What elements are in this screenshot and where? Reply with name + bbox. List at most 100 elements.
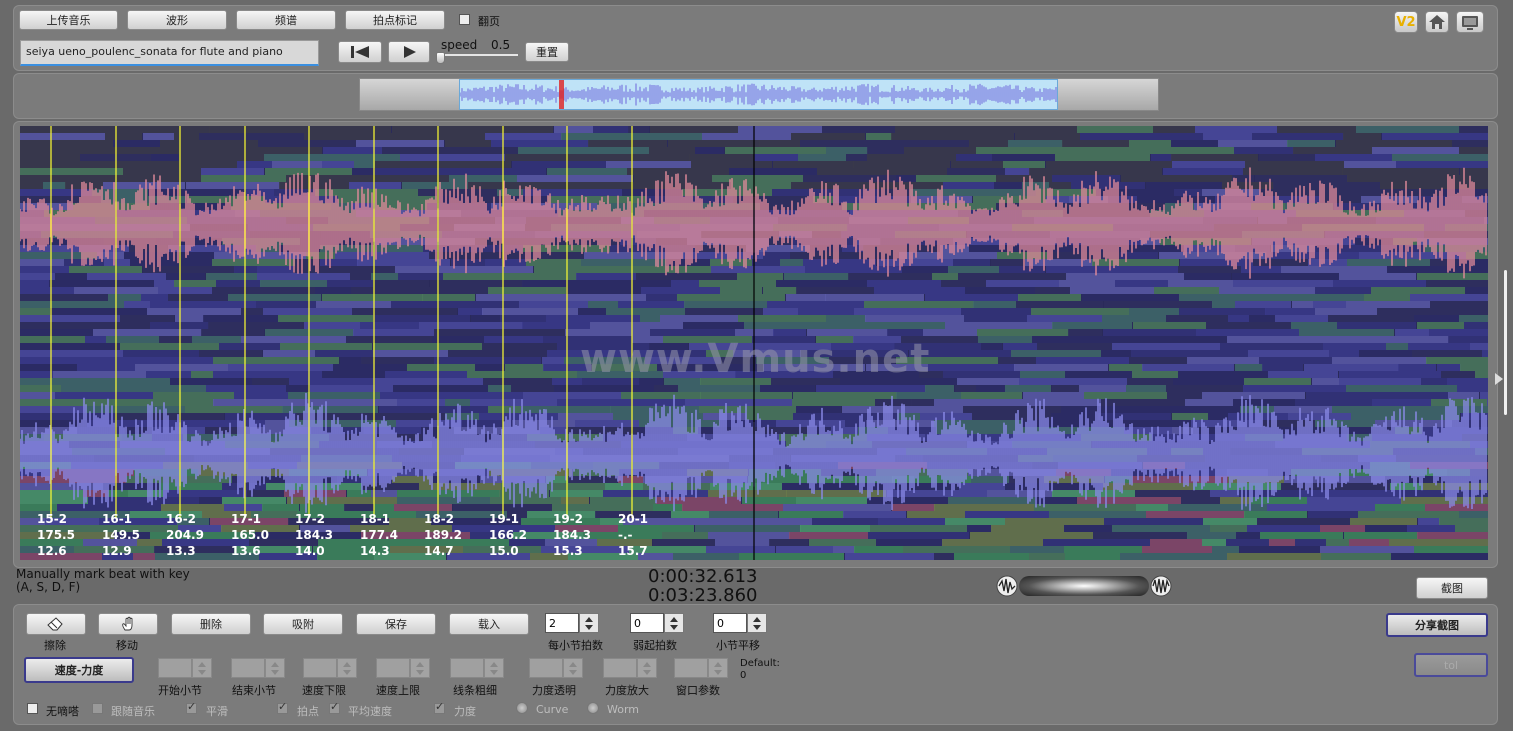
tempo-min-input[interactable] (303, 658, 337, 678)
beat-label: 18-1 177.4 14.3 (360, 511, 398, 559)
bar-offset-arrows[interactable] (747, 613, 767, 633)
volume-control[interactable] (996, 575, 1172, 597)
volume-bar[interactable] (1019, 576, 1149, 596)
line-width-input[interactable] (450, 658, 484, 678)
filename-field[interactable]: seiya ueno_poulenc_sonata for flute and … (20, 40, 319, 66)
upload-music-button[interactable]: 上传音乐 (19, 10, 118, 30)
v2-label: V2 (1396, 14, 1416, 30)
waveform-button[interactable]: 波形 (127, 10, 227, 30)
smooth-checkbox[interactable] (186, 700, 197, 714)
no-beep-label: 无嘀嗒 (46, 705, 79, 718)
skip-back-icon (351, 46, 369, 58)
collapse-handle[interactable] (1495, 373, 1503, 385)
load-button[interactable]: 载入 (449, 613, 529, 635)
window-param-stepper[interactable] (674, 658, 728, 678)
move-button[interactable] (98, 613, 158, 635)
reset-speed-button[interactable]: 重置 (525, 42, 569, 62)
beat-label: 18-2 189.2 14.7 (424, 511, 462, 559)
bar-offset-stepper[interactable] (713, 613, 767, 633)
end-bar-input[interactable] (231, 658, 265, 678)
dynamics-checkbox[interactable] (434, 700, 445, 714)
beat-label: 20-1 -.- 15.7 (618, 511, 648, 559)
play-button[interactable] (388, 41, 430, 63)
end-bar-arrows[interactable] (265, 658, 285, 678)
tempo-max-stepper[interactable] (376, 658, 430, 678)
tempo-max-arrows[interactable] (410, 658, 430, 678)
beats-checkbox[interactable] (277, 700, 288, 714)
start-bar-input[interactable] (158, 658, 192, 678)
window-param-input[interactable] (674, 658, 708, 678)
pickup-beats-input[interactable] (630, 613, 664, 633)
v2-badge-button[interactable]: V2 (1394, 11, 1418, 33)
worm-radio[interactable] (587, 702, 599, 714)
delete-button[interactable]: 删除 (171, 613, 251, 635)
beat-mark-button[interactable]: 拍点标记 (345, 10, 445, 30)
dyn-zoom-stepper[interactable] (603, 658, 657, 678)
screenshot-button[interactable]: 截图 (1416, 577, 1488, 599)
snap-button[interactable]: 吸附 (263, 613, 343, 635)
overview-playhead[interactable] (559, 80, 564, 109)
beats-per-bar-arrows[interactable] (579, 613, 599, 633)
beats-per-bar-stepper[interactable] (545, 613, 599, 633)
bar-offset-label: 小节平移 (716, 639, 760, 652)
window-param-arrows[interactable] (708, 658, 728, 678)
home-button[interactable] (1425, 11, 1449, 33)
end-bar-stepper[interactable] (231, 658, 285, 678)
dyn-opacity-input[interactable] (529, 658, 563, 678)
erase-button[interactable] (26, 613, 86, 635)
end-bar-label: 结束小节 (232, 684, 276, 697)
dyn-opacity-arrows[interactable] (563, 658, 583, 678)
overview-window[interactable] (459, 79, 1058, 110)
beat-time: 14.0 (295, 544, 325, 558)
tempo-max-input[interactable] (376, 658, 410, 678)
speed-slider-handle[interactable] (436, 52, 445, 64)
start-bar-arrows[interactable] (192, 658, 212, 678)
beat-label: 17-1 165.0 13.6 (231, 511, 269, 559)
erase-label: 擦除 (44, 639, 66, 652)
share-screenshot-button[interactable]: 分享截图 (1386, 613, 1488, 637)
curve-radio[interactable] (516, 702, 528, 714)
tempo-dynamics-button[interactable]: 速度-力度 (24, 657, 134, 683)
hint-line-2: (A, S, D, F) (16, 580, 81, 594)
beats-per-bar-input[interactable] (545, 613, 579, 633)
beat-bar: 19-2 (553, 512, 584, 526)
dyn-zoom-input[interactable] (603, 658, 637, 678)
start-bar-label: 开始小节 (158, 684, 202, 697)
beat-bar: 15-2 (37, 512, 68, 526)
beat-tempo: 189.2 (424, 528, 462, 542)
avg-tempo-checkbox[interactable] (329, 700, 340, 714)
tempo-min-arrows[interactable] (337, 658, 357, 678)
window-param-label: 窗口参数 (676, 684, 720, 697)
hint-line-1: Manually mark beat with key (16, 567, 190, 581)
dyn-opacity-stepper[interactable] (529, 658, 583, 678)
dyn-zoom-arrows[interactable] (637, 658, 657, 678)
spectrogram-canvas[interactable]: www.Vmus.net 15-2 175.5 12.6 16-1 149.5 12.9 1… (20, 126, 1488, 560)
pickup-beats-stepper[interactable] (630, 613, 684, 633)
fullscreen-button[interactable] (1456, 11, 1484, 33)
beat-time: 13.3 (166, 544, 196, 558)
play-icon (404, 46, 416, 58)
line-width-arrows[interactable] (484, 658, 504, 678)
beats-per-bar-label: 每小节拍数 (548, 639, 603, 652)
beat-label: 16-1 149.5 12.9 (102, 511, 140, 559)
spectrum-button[interactable]: 频谱 (236, 10, 336, 30)
bar-offset-input[interactable] (713, 613, 747, 633)
vertical-scrollbar[interactable] (1504, 270, 1507, 415)
pickup-beats-arrows[interactable] (664, 613, 684, 633)
beats-label: 拍点 (297, 705, 319, 718)
skip-to-start-button[interactable] (338, 41, 382, 63)
beat-label: 19-1 166.2 15.0 (489, 511, 527, 559)
wave-small-icon (996, 575, 1018, 597)
no-beep-checkbox[interactable] (27, 703, 38, 714)
follow-music-checkbox[interactable] (92, 703, 103, 714)
speed-slider-track[interactable] (438, 54, 518, 56)
beat-tempo: -.- (618, 528, 633, 542)
save-button[interactable]: 保存 (356, 613, 436, 635)
line-width-stepper[interactable] (450, 658, 504, 678)
beat-tempo: 177.4 (360, 528, 398, 542)
page-flip-checkbox[interactable] (459, 14, 470, 25)
tempo-min-stepper[interactable] (303, 658, 357, 678)
tol-button[interactable]: tol (1414, 653, 1488, 677)
start-bar-stepper[interactable] (158, 658, 212, 678)
beat-time: 13.6 (231, 544, 261, 558)
